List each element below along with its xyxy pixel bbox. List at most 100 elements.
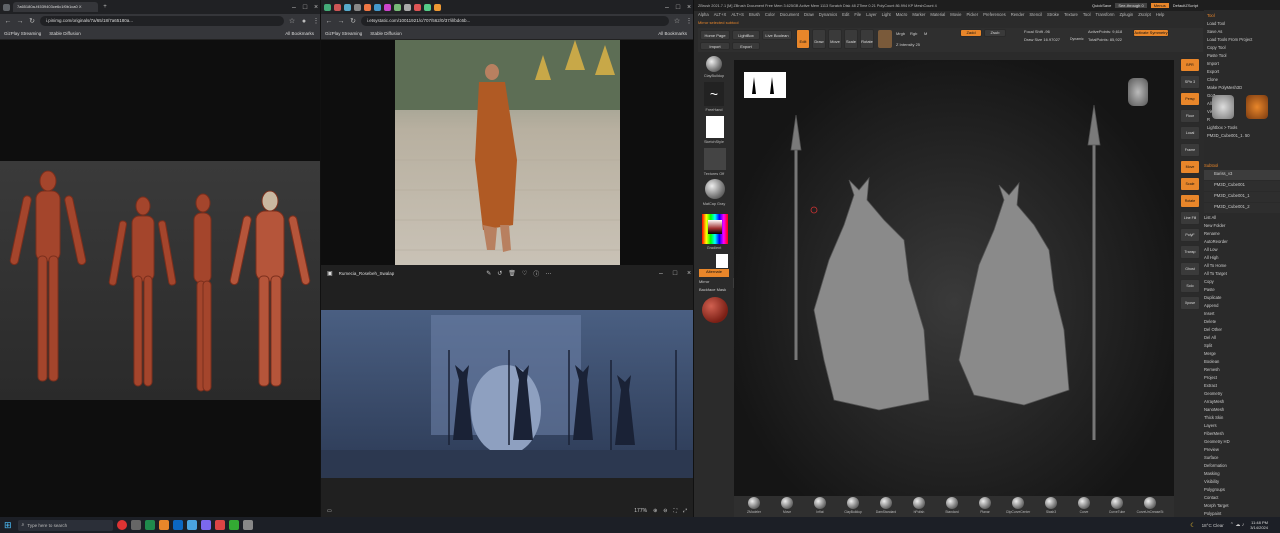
more-icon[interactable]: …: [545, 270, 551, 276]
menu-item-stencil[interactable]: Stencil: [1029, 12, 1042, 20]
subtool-item[interactable]: PM3D_Cube001_1: [1204, 192, 1280, 202]
info-icon[interactable]: ⓘ: [533, 269, 539, 278]
menu-item-preferences[interactable]: Preferences: [983, 12, 1006, 20]
clock[interactable]: 11:48 PM 3/14/2024: [1250, 520, 1268, 530]
move-mode-button[interactable]: Move: [828, 29, 842, 49]
bottom-brush-icon[interactable]: [847, 497, 859, 509]
tab-favicon[interactable]: [334, 3, 341, 11]
default-zscript[interactable]: DefaultZScript: [1173, 3, 1198, 8]
menu-item-zplugin[interactable]: Zplugin: [1119, 12, 1133, 20]
app-icon[interactable]: [172, 520, 183, 530]
menu-item-texture[interactable]: Texture: [1064, 12, 1078, 20]
shelf-polyf-button[interactable]: PolyF: [1180, 228, 1200, 242]
app-icon[interactable]: [116, 520, 127, 530]
alternate-button[interactable]: Alternate: [699, 269, 729, 277]
subtool-action[interactable]: Merge: [1204, 350, 1280, 358]
subtool-action[interactable]: All To Home: [1204, 262, 1280, 270]
tab-active[interactable]: 7a65180a-f4539403ce6c1f0b1ca0 X: [13, 2, 98, 12]
texture-swatch[interactable]: [704, 148, 726, 170]
menu-item-marker[interactable]: Marker: [912, 12, 925, 20]
tool-item[interactable]: Make PolyMesh3D: [1207, 84, 1277, 92]
shelf-line-fill-button[interactable]: Line Fill: [1180, 211, 1200, 225]
tab-favicon[interactable]: [374, 3, 381, 11]
bottom-brush-icon[interactable]: [1078, 497, 1090, 509]
task-view-icon[interactable]: [130, 520, 141, 530]
new-tab-button[interactable]: +: [101, 4, 109, 10]
minimize-button[interactable]: –: [663, 4, 671, 11]
bookmark-gizplay[interactable]: GizPlay Streaming: [4, 31, 41, 36]
tool-section[interactable]: ArrayMesh: [1204, 398, 1280, 406]
fit-icon[interactable]: ⛶: [673, 508, 677, 514]
fullscreen-icon[interactable]: ⤢: [683, 508, 687, 514]
tray-icons[interactable]: ⌃ ☁ ♪: [1230, 522, 1244, 528]
app-icon[interactable]: [158, 520, 169, 530]
tool-item[interactable]: Export: [1207, 68, 1277, 76]
subtool-action[interactable]: Copy: [1204, 278, 1280, 286]
tool-item[interactable]: Import: [1207, 60, 1277, 68]
tab-favicon[interactable]: [324, 3, 331, 11]
all-bookmarks[interactable]: All Bookmarks: [285, 31, 320, 36]
menu-item-edit[interactable]: Edit: [842, 12, 849, 20]
zsub-button[interactable]: Zsub: [984, 29, 1006, 37]
tab-favicon[interactable]: [414, 3, 421, 11]
subtool-action[interactable]: Insert: [1204, 310, 1280, 318]
edit-icon[interactable]: ✎: [486, 270, 491, 277]
maximize-button[interactable]: □: [671, 270, 679, 277]
shelf-xpose-button[interactable]: Xpose: [1180, 296, 1200, 310]
shelf-scale-button[interactable]: Scale: [1180, 177, 1200, 191]
close-button[interactable]: ×: [685, 4, 693, 11]
shelf-move-button[interactable]: Move: [1180, 160, 1200, 174]
tool-item[interactable]: PM3D_Cube001_1. 50: [1207, 132, 1277, 140]
bottom-brush-icon[interactable]: [979, 497, 991, 509]
zbrush-canvas[interactable]: [734, 60, 1174, 500]
menu-item-render[interactable]: Render: [1011, 12, 1025, 20]
tool-item[interactable]: Lightbox > Tools: [1207, 124, 1277, 132]
dynamic-toggle[interactable]: Dynamic: [1070, 37, 1084, 41]
edit-mode-button[interactable]: Edit: [796, 29, 810, 49]
tab-favicon[interactable]: [394, 3, 401, 11]
minimize-button[interactable]: –: [657, 270, 665, 277]
bookmark-gizplay[interactable]: GizPlay Streaming: [325, 31, 362, 36]
menu-item-alpha[interactable]: Alpha: [698, 12, 709, 20]
shelf-transp-button[interactable]: Transp: [1180, 245, 1200, 259]
bookmark-stable-diffusion[interactable]: Stable Diffusion: [49, 31, 80, 36]
subtool-action[interactable]: Split: [1204, 342, 1280, 350]
shelf-frame-button[interactable]: Frame: [1180, 143, 1200, 157]
menu-item-stroke[interactable]: Stroke: [1047, 12, 1059, 20]
material-sphere[interactable]: [702, 297, 728, 323]
zoom-out-icon[interactable]: ⊖: [663, 508, 667, 514]
tool-section[interactable]: Preview: [1204, 446, 1280, 454]
shelf-ghost-button[interactable]: Ghost: [1180, 262, 1200, 276]
menu-item-transform[interactable]: Transform: [1096, 12, 1115, 20]
reload-icon[interactable]: ↻: [28, 17, 36, 25]
menu-item-dynamics[interactable]: Dynamics: [819, 12, 837, 20]
bottom-brush-icon[interactable]: [913, 497, 925, 509]
activate-symmetry-button[interactable]: Activate Symmetry: [1133, 29, 1169, 37]
menus-toggle[interactable]: Menus: [1150, 3, 1169, 8]
subtool-action[interactable]: Append: [1204, 302, 1280, 310]
import-button[interactable]: Import: [700, 42, 730, 50]
search-box[interactable]: ⌕ Type here to search: [17, 519, 113, 531]
tool-section[interactable]: NanoMesh: [1204, 406, 1280, 414]
tool-section[interactable]: Masking: [1204, 470, 1280, 478]
menu-icon[interactable]: ⋮: [685, 17, 693, 25]
tab-favicon[interactable]: [404, 3, 411, 11]
menu-icon[interactable]: ⋮: [312, 17, 320, 25]
menu-item-picker[interactable]: Picker: [966, 12, 978, 20]
rotate-mode-button[interactable]: Rotate: [860, 29, 874, 49]
subtool-action[interactable]: All Low: [1204, 246, 1280, 254]
menu-item-help[interactable]: Help: [1156, 12, 1165, 20]
tool-thumb-bariss[interactable]: [1212, 95, 1234, 119]
favorite-icon[interactable]: ♡: [522, 270, 527, 277]
delete-icon[interactable]: 🗑: [508, 270, 516, 277]
tool-item[interactable]: Save As: [1207, 28, 1277, 36]
menu-item-draw[interactable]: Draw: [804, 12, 814, 20]
app-icon[interactable]: [214, 520, 225, 530]
rotate-icon[interactable]: ↺: [497, 270, 502, 277]
zoom-in-icon[interactable]: ⊕: [653, 508, 657, 514]
tool-section[interactable]: FiberMesh: [1204, 430, 1280, 438]
color-picker[interactable]: [702, 214, 728, 244]
star-icon[interactable]: ☆: [288, 17, 296, 25]
stroke-freehand-icon[interactable]: ~: [704, 82, 724, 106]
tool-item[interactable]: Copy Tool: [1207, 44, 1277, 52]
